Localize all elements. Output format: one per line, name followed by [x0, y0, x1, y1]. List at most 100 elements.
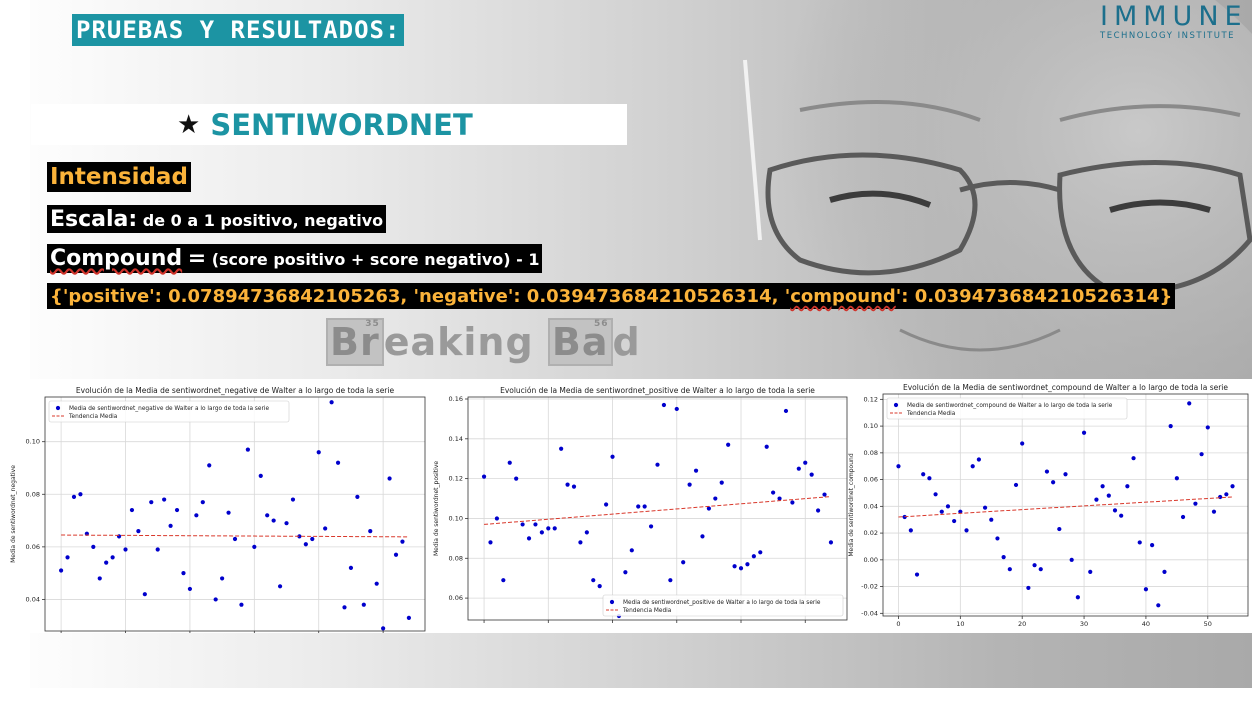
data-point — [393, 552, 399, 557]
data-point — [1001, 555, 1006, 560]
data-point — [771, 490, 776, 495]
legend-label-trend: Tendencia Media — [68, 414, 118, 420]
data-point — [1168, 423, 1173, 429]
data-point — [1230, 484, 1235, 489]
trend-line — [61, 534, 409, 538]
data-point — [796, 466, 801, 471]
y-axis-label: Media de sentiwordnet_compound — [848, 453, 855, 556]
y-tick-label: 0.04 — [864, 502, 878, 510]
slide-title: PRUEBAS Y RESULTADOS: — [72, 14, 405, 46]
data-point — [348, 565, 354, 570]
y-tick-label: 0.06 — [449, 594, 463, 602]
data-point — [1044, 469, 1050, 474]
data-point — [514, 476, 519, 481]
data-point — [59, 568, 64, 573]
section-title: SENTIWORDNET — [210, 108, 473, 142]
data-point — [526, 536, 532, 541]
plot-frame — [882, 393, 1249, 617]
data-point — [142, 592, 147, 597]
data-point — [706, 506, 711, 511]
chart-2: Evolución de la Media de sentiwordnet_po… — [433, 386, 848, 623]
data-point — [310, 536, 315, 542]
data-point — [610, 454, 615, 459]
data-point — [187, 586, 193, 592]
charts-svg: Evolución de la Media de sentiwordnet_ne… — [10, 383, 1249, 634]
data-point — [1119, 513, 1124, 518]
data-point — [220, 576, 225, 581]
data-point — [232, 536, 238, 542]
data-point — [123, 547, 128, 552]
data-point — [745, 562, 750, 567]
data-point — [1081, 430, 1087, 435]
trend-line — [484, 496, 831, 525]
data-point — [1038, 567, 1043, 572]
data-point — [1150, 543, 1155, 548]
data-point — [700, 534, 705, 539]
data-point — [507, 460, 512, 465]
data-point — [265, 513, 270, 518]
data-point — [604, 502, 609, 507]
result-part1: {'positive': 0.07894736842105263, 'negat… — [50, 286, 791, 307]
data-point — [387, 476, 392, 481]
data-point — [995, 536, 1000, 541]
y-tick-label: 0.08 — [26, 490, 40, 498]
data-point — [277, 584, 283, 589]
x-tick-label: 20 — [1018, 620, 1026, 628]
data-point — [136, 528, 141, 534]
data-point — [1193, 501, 1198, 506]
data-point — [149, 500, 154, 505]
data-point — [1063, 472, 1068, 477]
data-point — [809, 472, 814, 477]
legend-label-scatter: Media de sentiwordnet_compound de Walter… — [907, 403, 1113, 409]
y-tick-label: 0.06 — [26, 543, 40, 551]
data-point — [1094, 497, 1099, 502]
chart-3: Evolución de la Media de sentiwordnet_co… — [848, 383, 1249, 628]
charts-panel: Evolución de la Media de sentiwordnet_ne… — [3, 379, 1252, 634]
legend-marker-scatter — [55, 405, 61, 411]
y-tick-label: -0.04 — [861, 609, 878, 617]
x-tick-label: 50 — [1204, 620, 1212, 628]
data-point — [1137, 540, 1142, 545]
data-point — [764, 444, 769, 449]
compound-label: Compound — [50, 246, 183, 271]
legend-label-scatter: Media de sentiwordnet_negative de Walter… — [69, 406, 269, 412]
data-point — [546, 526, 551, 531]
data-point — [520, 522, 525, 527]
data-point — [559, 446, 564, 451]
data-point — [271, 518, 276, 523]
data-point — [258, 473, 263, 478]
plot-frame — [44, 396, 426, 632]
data-point — [584, 530, 589, 535]
x-tick-label: 40 — [1142, 620, 1150, 628]
compound-eq: = — [187, 246, 207, 271]
y-tick-label: 0.08 — [449, 554, 463, 562]
star-icon: ★ — [177, 110, 201, 140]
data-point — [790, 500, 795, 505]
data-point — [213, 597, 218, 602]
data-point — [110, 555, 115, 560]
data-point — [896, 464, 901, 469]
data-point — [1205, 425, 1210, 430]
data-point — [207, 463, 212, 468]
data-point — [181, 571, 186, 576]
x-tick-label: 10 — [956, 620, 964, 628]
data-point — [648, 524, 654, 529]
data-point — [629, 548, 634, 553]
bb-word1-rest: eaking — [383, 320, 534, 364]
breaking-bad-logo: 35 Br eaking 56 Ba d — [326, 318, 641, 366]
data-point — [374, 581, 379, 586]
bb-element-ba: 56 Ba — [547, 318, 613, 366]
data-point — [1020, 441, 1025, 446]
data-point — [738, 566, 744, 571]
data-point — [481, 474, 487, 479]
data-point — [406, 615, 411, 620]
data-point — [661, 402, 667, 408]
data-point — [719, 480, 724, 485]
data-point — [914, 572, 920, 577]
data-point — [200, 500, 205, 505]
data-point — [578, 540, 583, 545]
data-point — [1180, 514, 1186, 520]
data-point — [1032, 563, 1037, 568]
y-tick-label: 0.16 — [449, 395, 463, 403]
data-point — [751, 554, 756, 559]
